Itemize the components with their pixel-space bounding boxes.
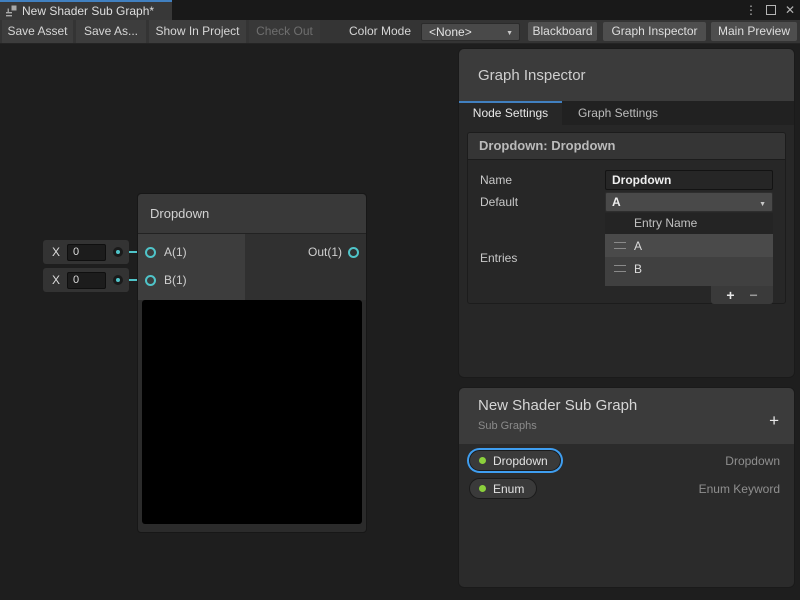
port-b-icon[interactable] bbox=[145, 275, 156, 286]
blackboard-item-enum[interactable]: Enum bbox=[469, 478, 537, 499]
save-as-button[interactable]: Save As... bbox=[76, 20, 146, 43]
check-out-button: Check Out bbox=[249, 20, 320, 43]
node-settings-group: Dropdown: Dropdown Name Dropdown Default… bbox=[467, 132, 786, 304]
kebab-menu-icon[interactable]: ⋮ bbox=[745, 0, 757, 20]
close-icon[interactable]: ✕ bbox=[785, 0, 795, 20]
input-widget-b: X 0 bbox=[43, 268, 129, 292]
blackboard-subtitle: Sub Graphs bbox=[478, 420, 537, 432]
node-ports bbox=[138, 234, 366, 300]
blackboard-item-label: Dropdown bbox=[493, 454, 548, 468]
entry-name: A bbox=[634, 239, 642, 253]
default-label: Default bbox=[480, 195, 518, 209]
inspector-title: Graph Inspector bbox=[478, 67, 586, 84]
tab-title: New Shader Sub Graph* bbox=[22, 4, 154, 18]
entries-label: Entries bbox=[480, 251, 517, 265]
blackboard-title: New Shader Sub Graph bbox=[478, 397, 637, 414]
blackboard-row: Enum Enum Keyword bbox=[459, 478, 794, 502]
color-mode-dropdown[interactable]: <None> ▼ bbox=[421, 23, 520, 41]
port-out-icon[interactable] bbox=[348, 247, 359, 258]
port-out-label: Out(1) bbox=[308, 245, 342, 259]
show-in-project-button[interactable]: Show In Project bbox=[149, 20, 246, 43]
blackboard-item-type: Enum Keyword bbox=[699, 482, 780, 496]
name-input[interactable]: Dropdown bbox=[605, 170, 773, 190]
node-input-section bbox=[138, 234, 245, 300]
inspector-tabrow: Node Settings Graph Settings bbox=[459, 101, 794, 125]
inspector-header: Graph Inspector bbox=[459, 49, 794, 101]
input-widget-a: X 0 bbox=[43, 240, 129, 264]
port-b-label: B(1) bbox=[164, 273, 187, 287]
entries-list: Entry Name A B + − bbox=[605, 213, 773, 304]
graph-inspector-toggle-button[interactable]: Graph Inspector bbox=[603, 22, 706, 41]
node-title[interactable]: Dropdown bbox=[138, 194, 366, 234]
graph-inspector-panel: Graph Inspector Node Settings Graph Sett… bbox=[458, 48, 795, 378]
port-a-label: A(1) bbox=[164, 245, 187, 259]
tab-graph-settings[interactable]: Graph Settings bbox=[562, 101, 674, 125]
axis-label: X bbox=[52, 273, 60, 287]
entry-name: B bbox=[634, 262, 642, 276]
color-mode-value: <None> bbox=[429, 25, 472, 39]
node-output-section bbox=[245, 234, 366, 300]
exposed-dot-icon bbox=[479, 485, 486, 492]
toolbar: Save Asset Save As... Show In Project Ch… bbox=[0, 20, 800, 44]
document-tab[interactable]: New Shader Sub Graph* bbox=[0, 0, 172, 20]
maximize-icon[interactable] bbox=[766, 5, 776, 15]
blackboard-toggle-button[interactable]: Blackboard bbox=[528, 22, 597, 41]
chevron-down-icon: ▼ bbox=[506, 26, 513, 42]
add-property-button[interactable]: + bbox=[769, 412, 779, 429]
blackboard-header: New Shader Sub Graph Sub Graphs + bbox=[459, 388, 794, 444]
chevron-down-icon: ▼ bbox=[759, 196, 766, 214]
blackboard-row: Dropdown Dropdown bbox=[459, 450, 794, 474]
name-label: Name bbox=[480, 173, 512, 187]
tab-node-settings[interactable]: Node Settings bbox=[459, 101, 562, 125]
connector-dot-icon[interactable] bbox=[113, 275, 123, 285]
value-field[interactable]: 0 bbox=[67, 244, 106, 261]
blackboard-item-label: Enum bbox=[493, 482, 524, 496]
entries-list-footer: + − bbox=[711, 286, 773, 304]
shader-graph-window: New Shader Sub Graph* ⋮ ✕ Save Asset Sav… bbox=[0, 0, 800, 600]
value-field[interactable]: 0 bbox=[67, 272, 106, 289]
color-mode-label: Color Mode bbox=[349, 20, 411, 43]
entries-column-header: Entry Name bbox=[605, 213, 773, 234]
node-preview bbox=[142, 300, 362, 524]
exposed-dot-icon bbox=[479, 457, 486, 464]
default-value: A bbox=[612, 195, 621, 209]
shader-graph-icon bbox=[5, 5, 17, 17]
drag-handle-icon[interactable] bbox=[614, 265, 626, 272]
remove-entry-button[interactable]: − bbox=[750, 286, 758, 304]
blackboard-item-dropdown[interactable]: Dropdown bbox=[469, 450, 561, 471]
node-settings-header: Dropdown: Dropdown bbox=[468, 133, 785, 160]
window-controls: ⋮ ✕ bbox=[745, 0, 795, 20]
dropdown-node[interactable]: Dropdown A(1) B(1) Out(1) bbox=[137, 193, 367, 533]
entry-row[interactable]: B bbox=[605, 257, 773, 280]
connector-dot-icon[interactable] bbox=[113, 247, 123, 257]
save-asset-button[interactable]: Save Asset bbox=[2, 20, 73, 43]
drag-handle-icon[interactable] bbox=[614, 242, 626, 249]
blackboard-item-type: Dropdown bbox=[725, 454, 780, 468]
main-preview-toggle-button[interactable]: Main Preview bbox=[711, 22, 797, 41]
default-dropdown[interactable]: A ▼ bbox=[605, 192, 773, 212]
axis-label: X bbox=[52, 245, 60, 259]
blackboard-panel: New Shader Sub Graph Sub Graphs + Dropdo… bbox=[458, 387, 795, 588]
add-entry-button[interactable]: + bbox=[726, 286, 734, 304]
port-a-icon[interactable] bbox=[145, 247, 156, 258]
window-titlebar: New Shader Sub Graph* ⋮ ✕ bbox=[0, 0, 800, 20]
entry-row[interactable]: A bbox=[605, 234, 773, 257]
